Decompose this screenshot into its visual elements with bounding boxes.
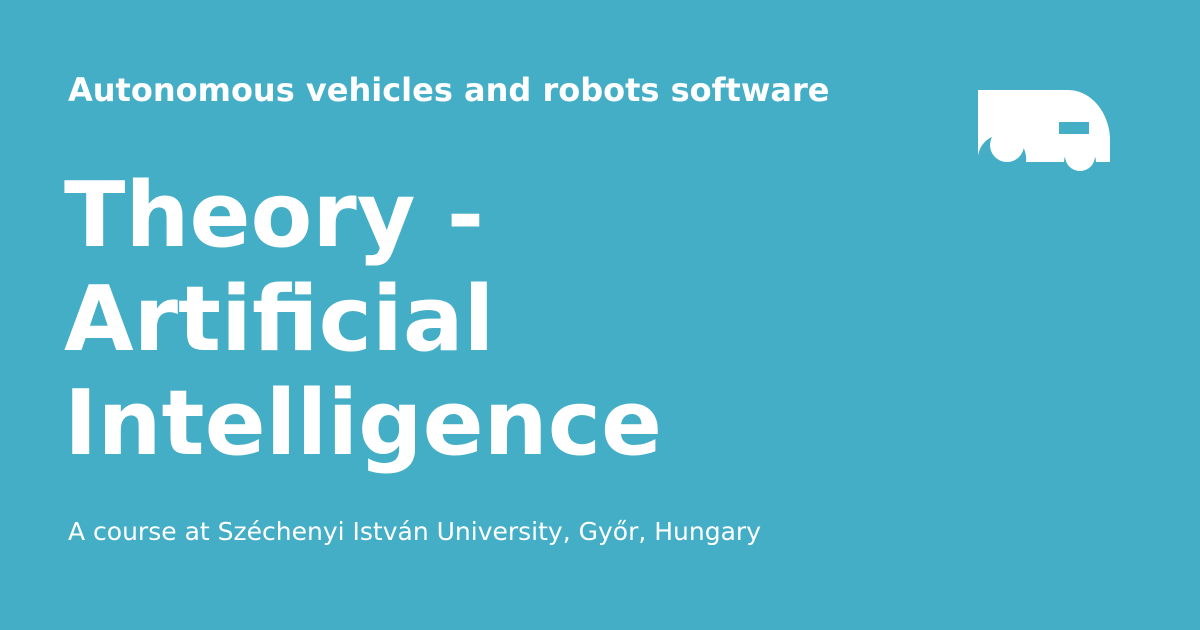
page-subtitle: A course at Széchenyi István University,…: [68, 517, 762, 546]
social-card: Autonomous vehicles and robots software …: [0, 0, 1200, 630]
page-title: Theory - Artificial Intelligence: [64, 163, 663, 476]
vehicle-icon: [978, 90, 1110, 171]
site-name: Autonomous vehicles and robots software: [68, 71, 830, 109]
